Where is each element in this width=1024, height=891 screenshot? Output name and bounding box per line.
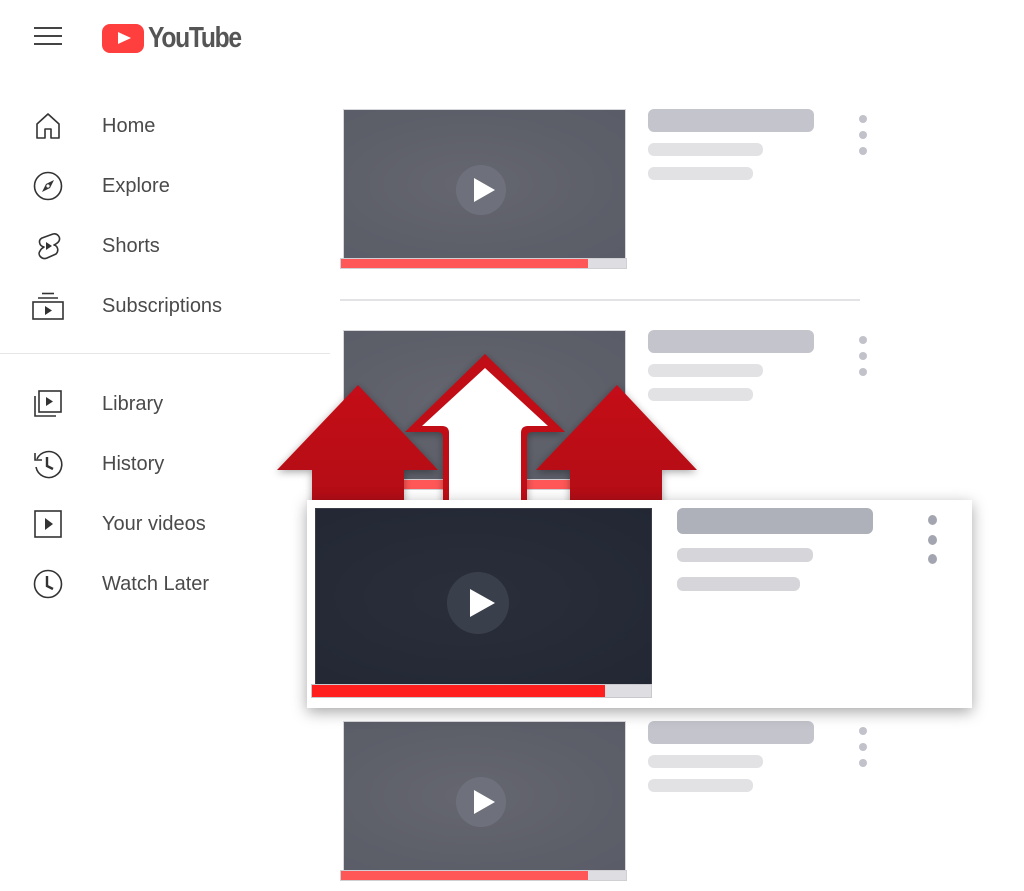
video-title-placeholder[interactable] <box>648 721 814 744</box>
shorts-icon <box>32 230 64 262</box>
sidebar-item-label: Home <box>102 114 156 137</box>
library-icon <box>32 388 64 420</box>
arrows-overlay <box>277 354 697 505</box>
home-icon <box>32 110 64 142</box>
video-thumbnail[interactable] <box>343 721 626 871</box>
feed-divider <box>340 299 860 301</box>
sidebar-item-home[interactable]: Home <box>0 102 320 150</box>
video-item[interactable] <box>340 721 880 891</box>
watch-progress-bar <box>311 684 652 698</box>
more-vert-icon[interactable] <box>854 336 872 380</box>
sidebar-item-label: Subscriptions <box>102 294 223 317</box>
more-vert-icon[interactable] <box>854 115 872 159</box>
watch-progress-fill <box>341 871 588 880</box>
play-icon[interactable] <box>456 165 506 215</box>
video-thumbnail[interactable] <box>315 508 652 686</box>
sidebar-item-explore[interactable]: Explore <box>0 162 320 210</box>
channel-name-placeholder <box>677 548 813 562</box>
sidebar-item-label: Watch Later <box>102 572 210 595</box>
video-item[interactable] <box>340 109 880 279</box>
watch-progress-bar <box>340 258 627 269</box>
up-arrow-icon <box>536 385 697 505</box>
sidebar-item-label: Your videos <box>102 512 206 535</box>
watch-progress-fill <box>312 685 606 697</box>
more-vert-icon[interactable] <box>923 515 941 565</box>
video-meta-placeholder <box>677 577 800 591</box>
menu-line <box>34 43 62 45</box>
channel-name-placeholder <box>648 143 763 156</box>
youtube-logo[interactable]: YouTube <box>102 22 257 55</box>
menu-line <box>34 35 62 37</box>
highlighted-video-card[interactable] <box>307 500 972 708</box>
sidebar-item-label: Explore <box>102 174 170 197</box>
logo-text: YouTube <box>148 22 242 54</box>
sidebar-item-subscriptions[interactable]: Subscriptions <box>0 282 320 330</box>
video-meta-placeholder <box>648 167 753 180</box>
your-videos-icon <box>32 508 64 540</box>
watch-progress-bar <box>340 870 627 881</box>
play-icon[interactable] <box>447 572 509 634</box>
sidebar-item-shorts[interactable]: Shorts <box>0 222 320 270</box>
sidebar-item-watch-later[interactable]: Watch Later <box>0 560 320 608</box>
history-icon <box>32 448 64 480</box>
video-title-placeholder[interactable] <box>648 109 814 132</box>
video-title-placeholder[interactable] <box>677 508 873 534</box>
up-arrow-icon <box>405 354 565 505</box>
compass-icon <box>32 170 64 202</box>
hamburger-menu-icon[interactable] <box>34 27 62 45</box>
channel-name-placeholder <box>648 755 763 768</box>
watch-progress-fill <box>341 259 588 268</box>
play-icon[interactable] <box>456 777 506 827</box>
sidebar-item-label: History <box>102 452 165 475</box>
sidebar-item-label: Shorts <box>102 234 160 257</box>
video-thumbnail[interactable] <box>343 109 626 259</box>
youtube-play-logo-icon <box>102 24 144 53</box>
sidebar-item-label: Library <box>102 392 164 415</box>
subscriptions-icon <box>32 290 64 322</box>
more-vert-icon[interactable] <box>854 727 872 771</box>
video-meta-placeholder <box>648 779 753 792</box>
menu-line <box>34 27 62 29</box>
up-arrow-icon <box>277 385 438 505</box>
watch-later-icon <box>32 568 64 600</box>
